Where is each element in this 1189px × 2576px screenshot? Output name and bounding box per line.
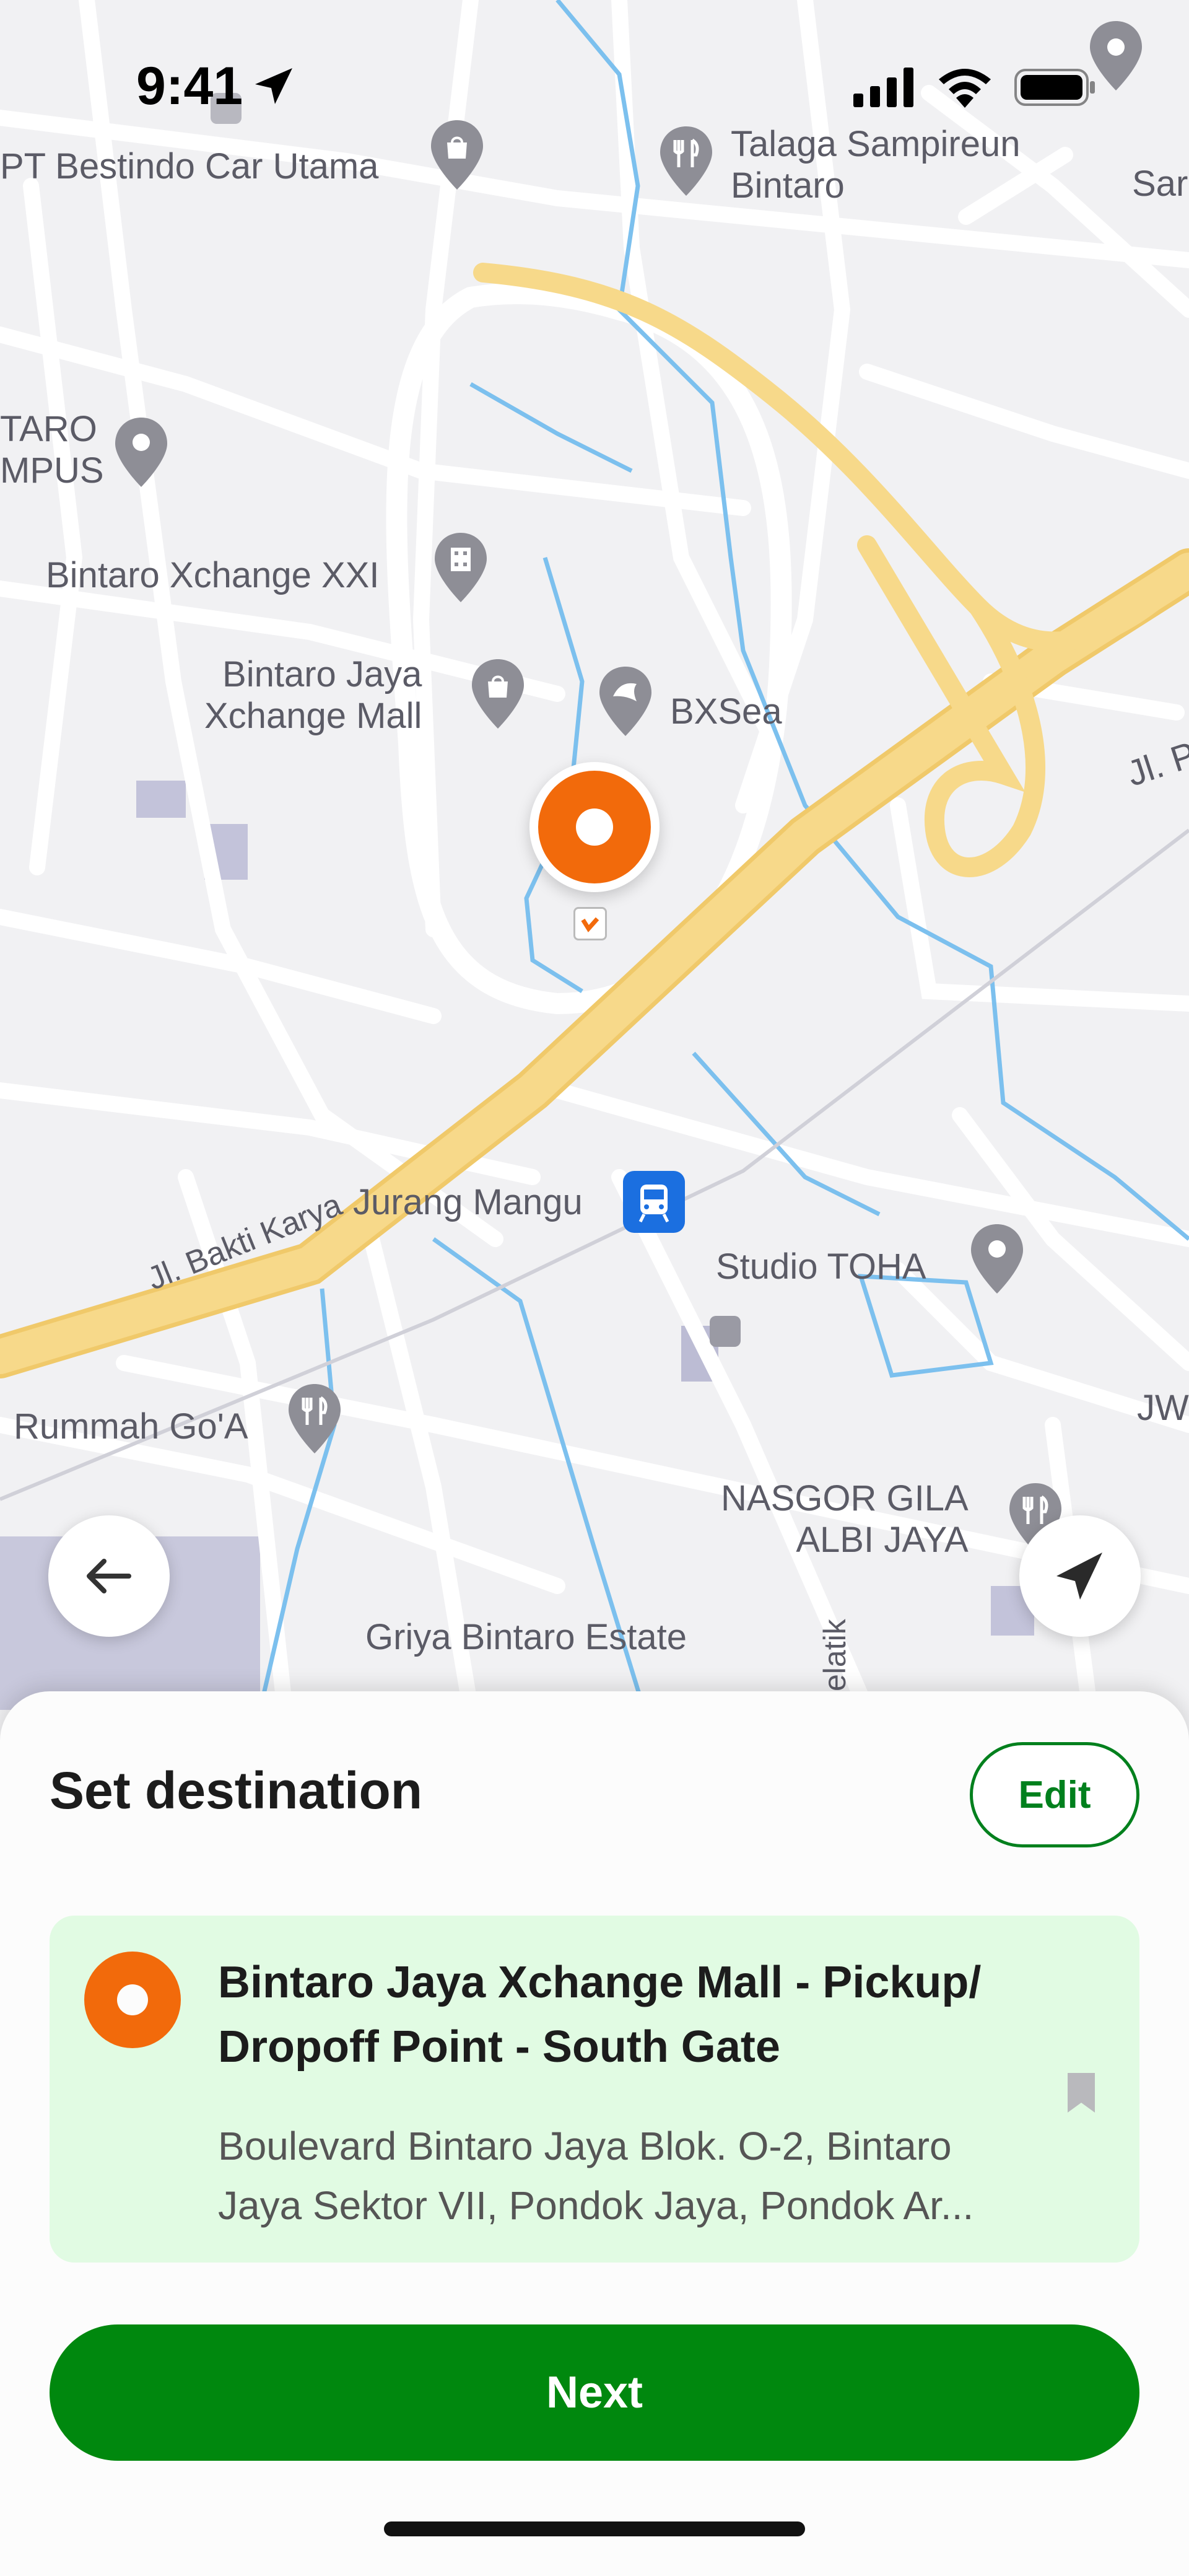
location-pin-icon[interactable] [111,415,171,489]
status-bar: 9:41 [0,0,1189,116]
sheet-title: Set destination [50,1761,423,1820]
location-pin-icon[interactable] [967,1222,1027,1296]
location-services-icon [255,68,292,104]
map-label-bxsea: BXSea [670,691,782,732]
shopping-pin-icon[interactable] [427,118,487,192]
bookmark-icon[interactable] [1065,2070,1097,2115]
destination-pin-dot [576,808,613,846]
map-label-road-vertical: elatik [817,1619,852,1691]
destination-marker-icon [84,1952,181,2048]
map-label-rummah-goa: Rummah Go'A [14,1406,248,1447]
arrow-left-icon [87,1559,131,1593]
map-label-griya-bintaro: Griya Bintaro Estate [365,1617,687,1657]
cinema-pin-icon[interactable] [431,530,490,605]
map-label-right-edge-mid: JW [1137,1388,1189,1428]
destination-title: Bintaro Jaya Xchange Mall - Pickup/ Drop… [218,1958,982,2072]
map-label-mall: Bintaro Jaya Xchange Mall [204,654,422,736]
next-button[interactable]: Next [50,2324,1139,2461]
recenter-location-button[interactable] [1019,1515,1141,1637]
bus-stop-icon[interactable] [710,1316,741,1347]
destination-card[interactable]: Bintaro Jaya Xchange Mall - Pickup/ Drop… [50,1916,1139,2263]
destination-address: Boulevard Bintaro Jaya Blok. O-2, Bintar… [218,2124,974,2228]
map-label-talaga-sampireun: Talaga Sampireun Bintaro [731,124,1021,206]
mall-pin-icon[interactable] [468,657,528,731]
map-label-car-dealer: PT Bestindo Car Utama [0,146,379,186]
restaurant-pin-icon[interactable] [656,124,716,198]
map-label-right-edge-top: Sar [1132,164,1188,204]
navigation-arrow-icon [1056,1553,1102,1600]
back-button[interactable] [48,1515,170,1637]
restaurant-pin-icon[interactable] [285,1382,344,1456]
map-label-jurang-mangu: Jurang Mangu [353,1182,583,1222]
entrance-marker-icon [573,907,607,940]
bottom-sheet: Set destination Edit Bintaro Jaya Xchang… [0,1691,1189,2576]
cellular-signal-icon [853,68,913,107]
wifi-icon [939,69,991,108]
home-indicator [384,2521,805,2536]
edit-button[interactable]: Edit [970,1742,1139,1847]
battery-icon [1014,69,1095,106]
train-station-icon[interactable] [623,1171,685,1233]
status-time: 9:41 [136,56,243,116]
map-label-campus: TARO MPUS [0,409,104,491]
destination-pin[interactable] [529,762,660,892]
map-label-cinema: Bintaro Xchange XXI [46,555,380,595]
aquarium-pin-icon[interactable] [596,664,655,738]
map-label-studio-toha: Studio TOHA [716,1246,926,1287]
map-label-nasgor: NASGOR GILA ALBI JAYA [721,1478,969,1560]
